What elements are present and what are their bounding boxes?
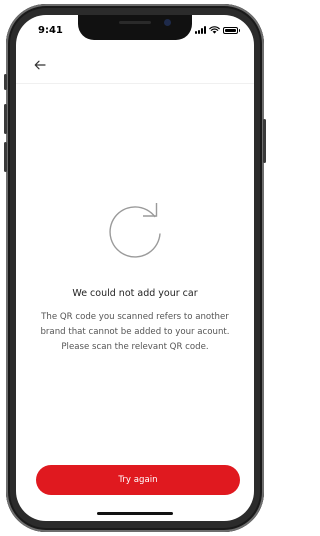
volume-up-button bbox=[4, 104, 7, 134]
notch-speaker bbox=[119, 21, 151, 24]
status-icons bbox=[195, 26, 240, 34]
app-screen: 9:41 We could not add your car The QR co… bbox=[16, 15, 254, 521]
try-again-button[interactable]: Try again bbox=[36, 465, 240, 495]
error-title: We could not add your car bbox=[72, 288, 198, 299]
header-divider bbox=[16, 83, 254, 84]
wifi-icon bbox=[209, 26, 220, 34]
front-camera bbox=[164, 19, 171, 26]
back-button[interactable] bbox=[34, 57, 52, 73]
silent-switch bbox=[4, 74, 7, 90]
status-time: 9:41 bbox=[38, 25, 63, 36]
arrow-left-icon bbox=[34, 60, 46, 70]
cellular-signal-icon bbox=[195, 26, 206, 34]
refresh-icon bbox=[109, 203, 161, 258]
error-message: The QR code you scanned refers to anothe… bbox=[40, 312, 230, 352]
power-button bbox=[263, 119, 266, 163]
volume-down-button bbox=[4, 142, 7, 172]
home-indicator bbox=[97, 512, 173, 515]
device-notch bbox=[78, 15, 192, 40]
battery-icon bbox=[223, 26, 240, 34]
